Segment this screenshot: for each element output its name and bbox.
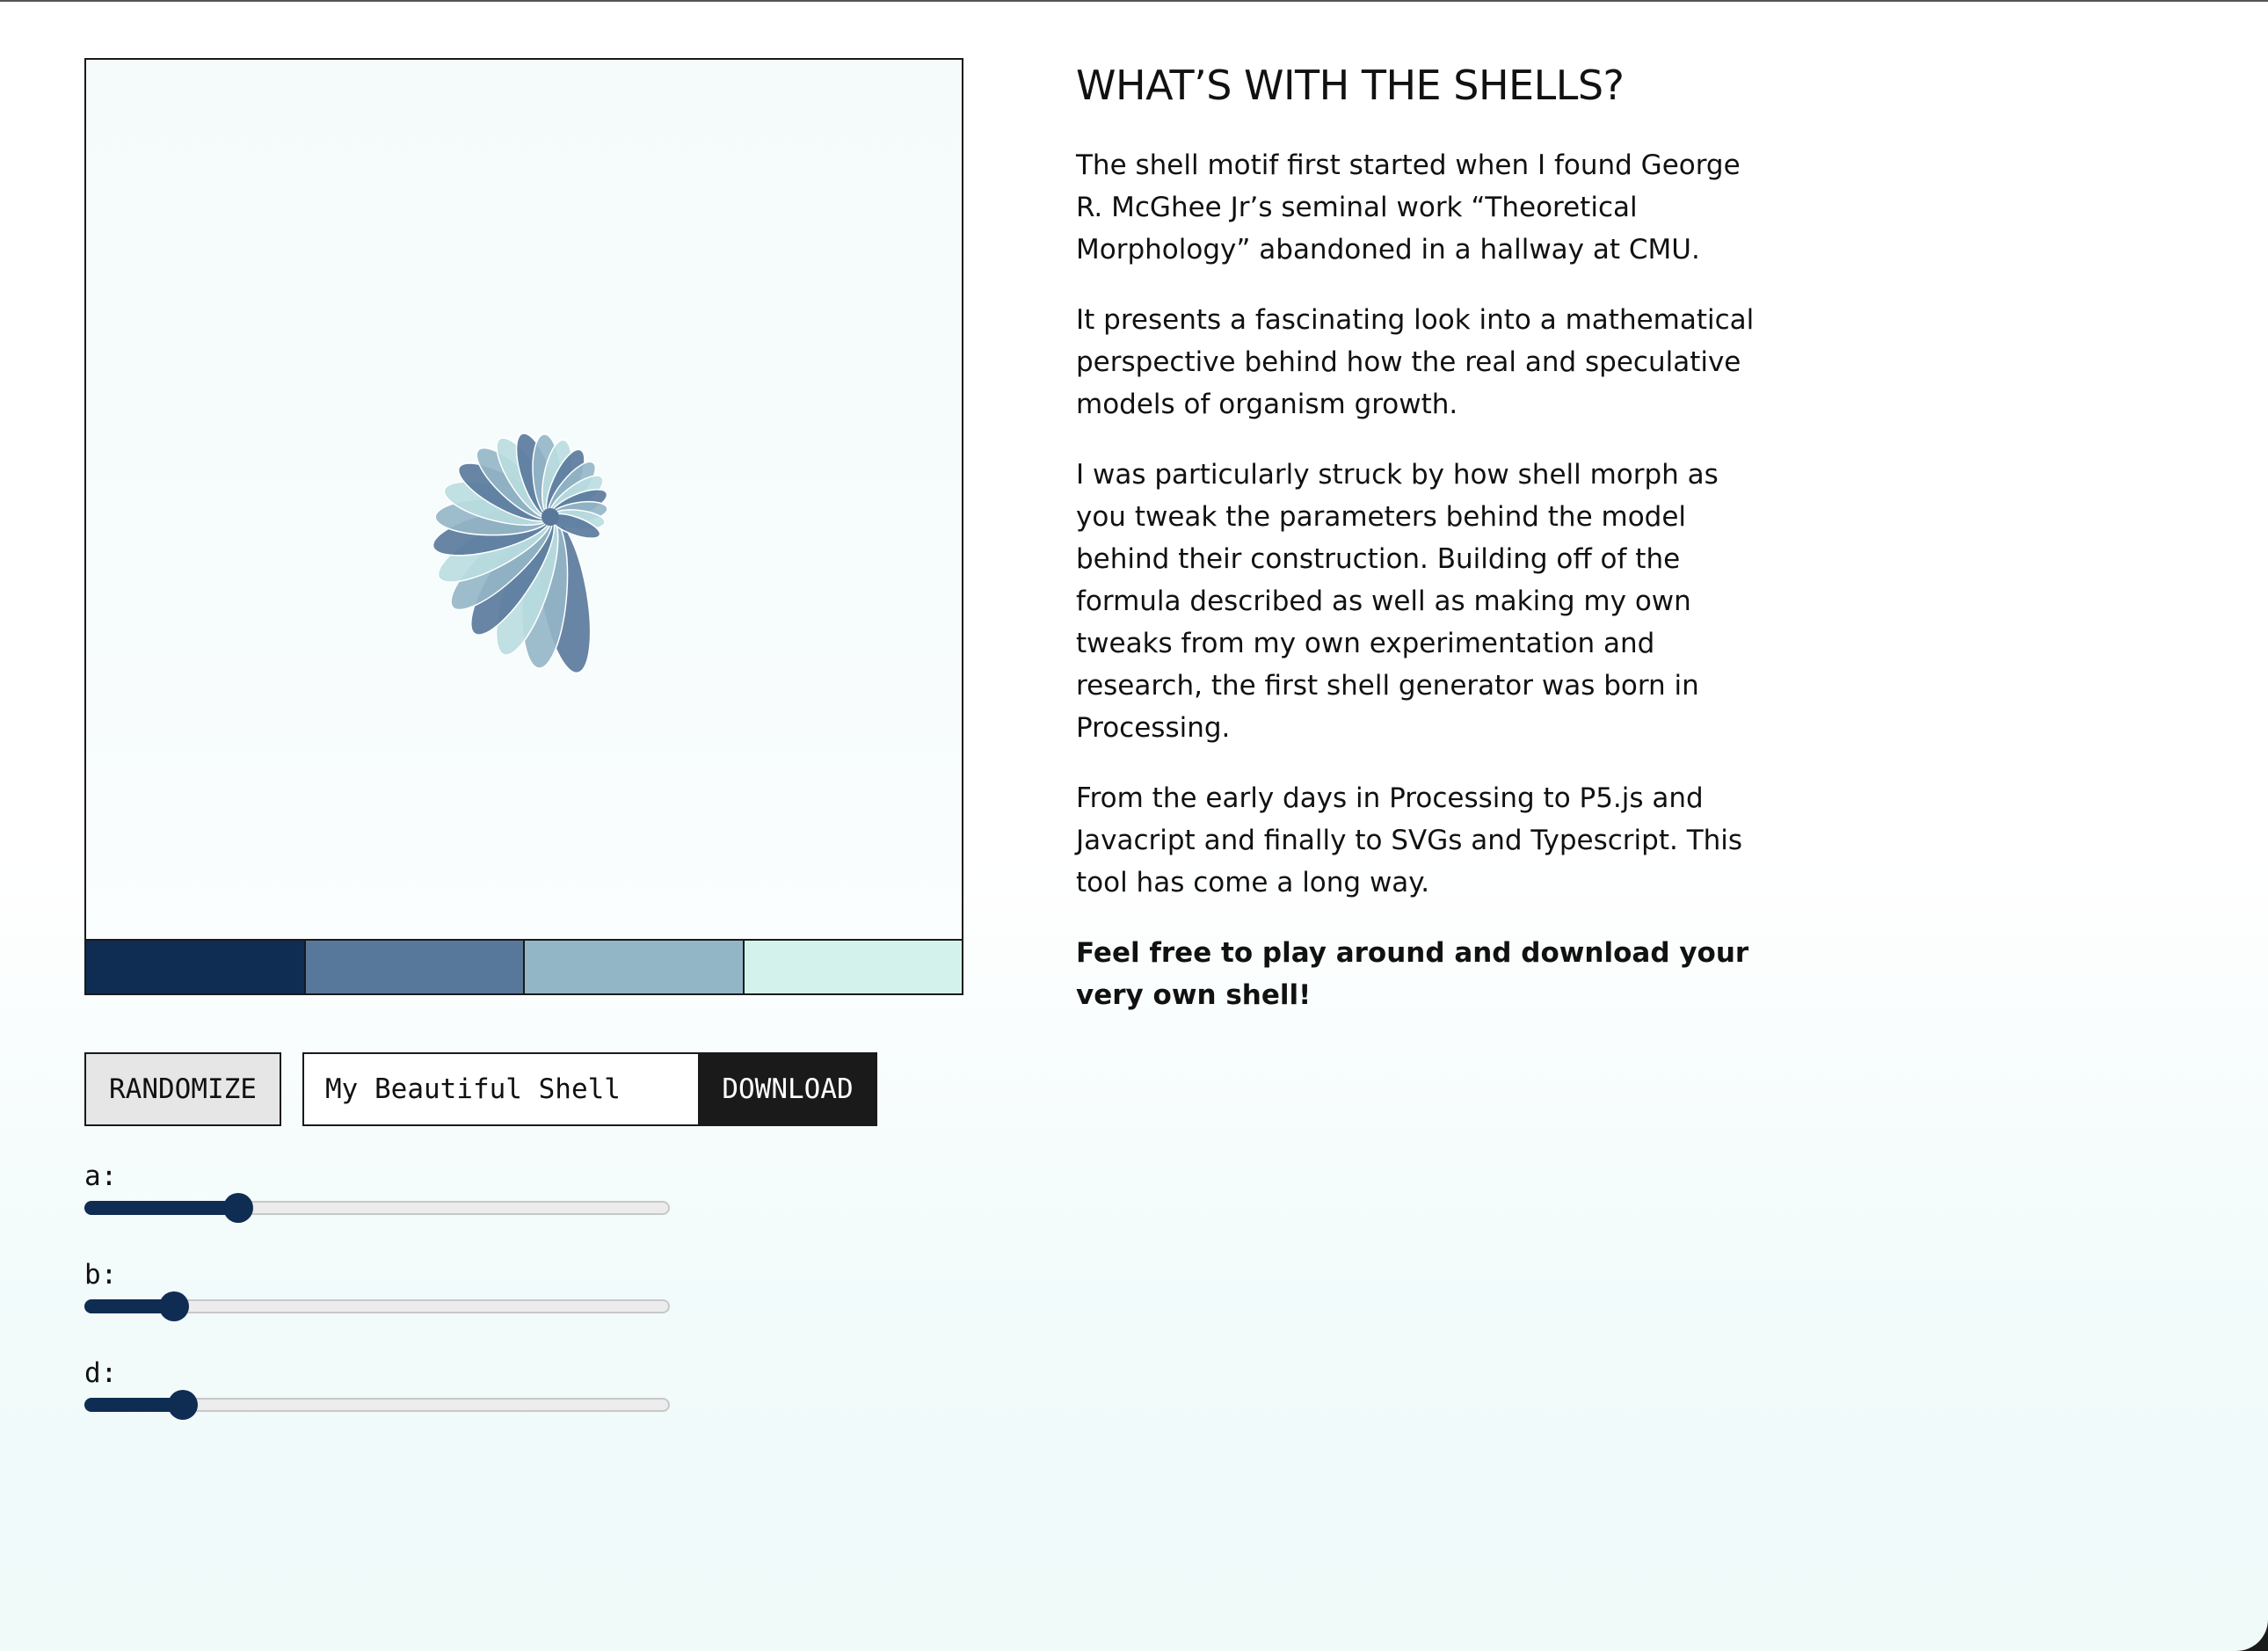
shells-article: WHAT’S WITH THE SHELLS? The shell motif … — [1076, 55, 1770, 1016]
download-button[interactable]: DOWNLOAD — [698, 1052, 877, 1126]
shell-drawing — [432, 433, 608, 674]
palette-swatch[interactable] — [86, 941, 306, 993]
article-heading: WHAT’S WITH THE SHELLS? — [1076, 62, 1625, 109]
window-corner — [2233, 1616, 2268, 1651]
shell-canvas[interactable] — [84, 58, 963, 995]
slider-d-thumb[interactable] — [167, 1390, 198, 1420]
randomize-button[interactable]: RANDOMIZE — [84, 1052, 281, 1126]
article-paragraph: The shell motif first started when I fou… — [1076, 149, 1741, 265]
slider-a-thumb[interactable] — [223, 1193, 254, 1223]
color-palette — [86, 939, 962, 993]
slider-b-label: b: — [84, 1259, 118, 1291]
slider-a: a: — [84, 1159, 672, 1223]
slider-a-track[interactable] — [84, 1193, 670, 1223]
palette-swatch[interactable] — [744, 941, 962, 993]
article-paragraph: I was particularly struck by how shell m… — [1076, 459, 1719, 744]
shell-name-input[interactable] — [302, 1052, 698, 1126]
slider-b-track[interactable] — [84, 1291, 670, 1321]
article-paragraph: From the early days in Processing to P5.… — [1076, 782, 1743, 898]
slider-b-thumb[interactable] — [158, 1291, 189, 1321]
slider-d-track[interactable] — [84, 1390, 670, 1420]
slider-d-fill — [84, 1398, 181, 1412]
palette-swatch[interactable] — [525, 941, 745, 993]
shell-controls: RANDOMIZE DOWNLOAD — [84, 1052, 877, 1126]
slider-d-label: d: — [84, 1357, 118, 1389]
slider-b: b: — [84, 1257, 672, 1321]
palette-swatch[interactable] — [305, 941, 525, 993]
shell-core — [542, 508, 559, 526]
slider-a-fill — [84, 1201, 237, 1215]
article-cta: Feel free to play around and download yo… — [1076, 937, 1749, 1011]
slider-d: d: — [84, 1356, 672, 1420]
article-paragraph: It presents a fascinating look into a ma… — [1076, 304, 1755, 420]
slider-a-label: a: — [84, 1160, 118, 1192]
